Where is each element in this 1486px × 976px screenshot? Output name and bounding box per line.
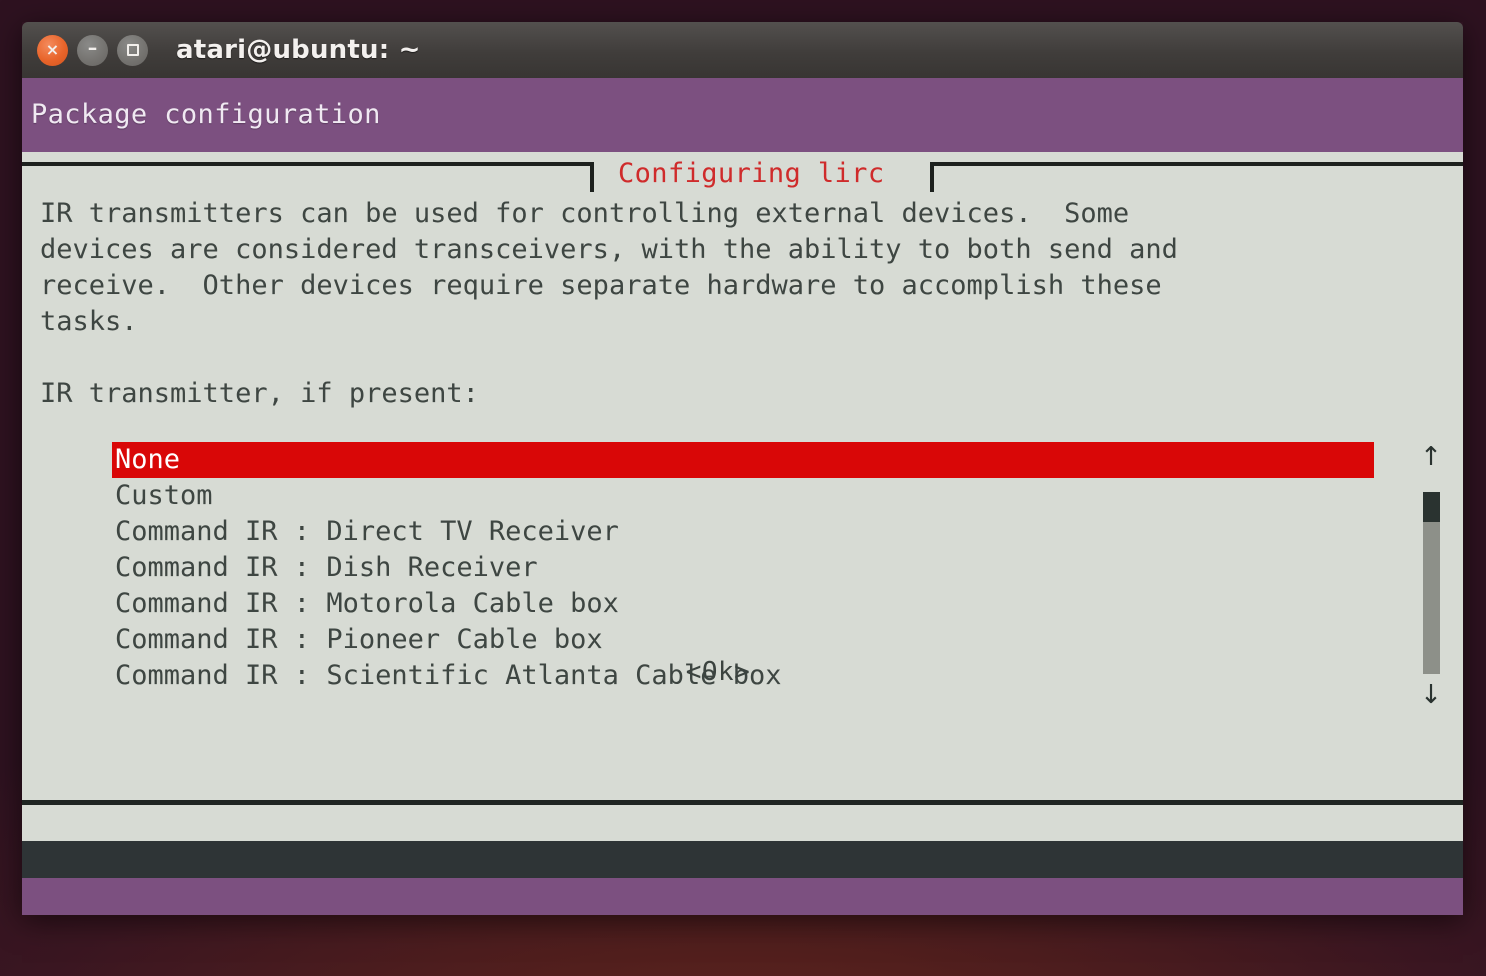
list-item[interactable]: Command IR : Direct TV Receiver (112, 514, 1374, 550)
bottom-light-band (22, 805, 1463, 841)
scroll-down-arrow-icon[interactable]: ↓ (1420, 682, 1442, 708)
scroll-up-arrow-icon[interactable]: ↑ (1420, 444, 1442, 470)
terminal-content: Package configuration Configuring lirc I… (22, 78, 1463, 915)
window-controls: × – (37, 34, 148, 66)
bottom-dark-band (22, 841, 1463, 878)
dialog-frame-tick-right (930, 162, 934, 192)
configuring-dialog: Configuring lirc IR transmitters can be … (22, 158, 1463, 855)
dialog-frame-tick-left (590, 162, 594, 192)
option-list-scrollbar[interactable]: ↑ ↓ (1414, 444, 1448, 712)
desktop-background: × – atari@ubuntu: ~ Package configuratio… (0, 0, 1486, 976)
dialog-prompt-label: IR transmitter, if present: (40, 378, 479, 409)
terminal-window: × – atari@ubuntu: ~ Package configuratio… (22, 22, 1463, 915)
dialog-body-text: IR transmitters can be used for controll… (40, 198, 1178, 337)
dialog-frame-line-right (932, 162, 1463, 166)
list-item[interactable]: None (112, 442, 1374, 478)
window-title: atari@ubuntu: ~ (176, 35, 421, 65)
dialog-title: Configuring lirc (618, 158, 885, 189)
list-item[interactable]: Command IR : Motorola Cable box (112, 586, 1374, 622)
minimize-button[interactable]: – (77, 34, 108, 66)
maximize-button[interactable] (117, 34, 148, 66)
list-item[interactable]: Command IR : Pioneer Cable box (112, 622, 1374, 658)
bottom-purple-band (22, 878, 1463, 915)
ok-button[interactable]: <Ok> (22, 657, 1414, 687)
package-configuration-header: Package configuration (22, 78, 1463, 152)
list-item[interactable]: Command IR : Dish Receiver (112, 550, 1374, 586)
close-icon: × (45, 40, 60, 59)
minimize-icon: – (87, 37, 98, 59)
maximize-icon (126, 44, 139, 56)
list-item[interactable]: Custom (112, 478, 1374, 514)
scrollbar-thumb[interactable] (1423, 492, 1440, 522)
dialog-frame-line-left (22, 162, 592, 166)
close-button[interactable]: × (37, 34, 68, 66)
window-titlebar: × – atari@ubuntu: ~ (22, 22, 1463, 78)
scrollbar-track[interactable] (1423, 522, 1440, 674)
